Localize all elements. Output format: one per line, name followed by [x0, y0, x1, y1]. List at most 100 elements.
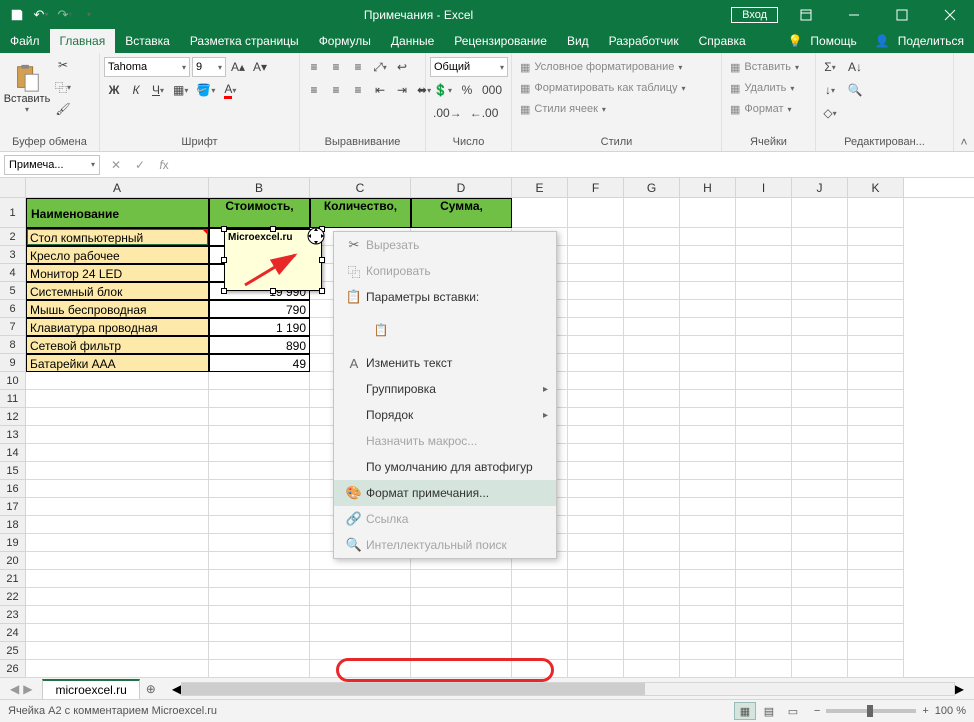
zoom-level[interactable]: 100 %: [935, 705, 966, 717]
percent-icon[interactable]: %: [457, 80, 477, 100]
align-bottom-icon[interactable]: ≡: [348, 57, 368, 77]
ctx-cut[interactable]: ✂Вырезать: [334, 232, 556, 258]
col-header[interactable]: K: [848, 178, 904, 197]
sort-filter-icon[interactable]: A↓: [842, 57, 868, 77]
fill-icon[interactable]: ↓▾: [820, 80, 840, 100]
ctx-edit-text[interactable]: AИзменить текст: [334, 350, 556, 376]
cell-styles-button[interactable]: ▦ Стили ячеек ▾: [516, 99, 610, 119]
enter-icon[interactable]: ✓: [128, 155, 152, 175]
name-box[interactable]: Примеча...▾: [4, 155, 100, 175]
tab-view[interactable]: Вид: [557, 29, 599, 53]
ctx-copy[interactable]: ⿻Копировать: [334, 258, 556, 284]
share-icon[interactable]: 👤: [875, 34, 890, 48]
col-header[interactable]: C: [310, 178, 411, 197]
ctx-link[interactable]: 🔗Ссылка: [334, 506, 556, 532]
format-painter-icon[interactable]: 🖌: [52, 99, 74, 119]
col-header[interactable]: J: [792, 178, 848, 197]
maximize-icon[interactable]: [882, 0, 922, 29]
page-break-view-icon[interactable]: ▭: [782, 702, 804, 720]
tell-me-label[interactable]: Помощь: [810, 34, 856, 48]
zoom-slider[interactable]: [826, 709, 916, 713]
add-sheet-icon[interactable]: ⊕: [140, 682, 162, 696]
decrease-indent-icon[interactable]: ⇤: [370, 80, 390, 100]
paste-button[interactable]: Вставить▾: [4, 55, 50, 121]
underline-button[interactable]: Ч▾: [148, 80, 168, 100]
align-left-icon[interactable]: ≡: [304, 80, 324, 100]
col-header[interactable]: I: [736, 178, 792, 197]
collapse-ribbon-icon[interactable]: ˄: [954, 53, 974, 152]
col-header[interactable]: D: [411, 178, 512, 197]
increase-decimal-icon[interactable]: .00→: [430, 103, 465, 123]
col-header[interactable]: B: [209, 178, 310, 197]
clear-icon[interactable]: ◇▾: [820, 103, 840, 123]
font-name-combo[interactable]: Tahoma▾: [104, 57, 190, 77]
ctx-default-shape[interactable]: По умолчанию для автофигур: [334, 454, 556, 480]
bold-button[interactable]: Ж: [104, 80, 124, 100]
align-middle-icon[interactable]: ≡: [326, 57, 346, 77]
ctx-assign-macro[interactable]: Назначить макрос...: [334, 428, 556, 454]
horizontal-scrollbar[interactable]: ◀▶: [172, 682, 964, 696]
normal-view-icon[interactable]: ▦: [734, 702, 756, 720]
formula-input[interactable]: [176, 155, 974, 175]
fill-color-icon[interactable]: 🪣▾: [193, 80, 218, 100]
increase-font-icon[interactable]: A▴: [228, 57, 248, 77]
tab-data[interactable]: Данные: [381, 29, 444, 53]
col-header[interactable]: E: [512, 178, 568, 197]
comma-icon[interactable]: 000: [479, 80, 505, 100]
col-header[interactable]: F: [568, 178, 624, 197]
insert-cells-button[interactable]: ▦ Вставить ▾: [726, 57, 803, 77]
zoom-out-icon[interactable]: −: [814, 705, 820, 717]
increase-indent-icon[interactable]: ⇥: [392, 80, 412, 100]
align-right-icon[interactable]: ≡: [348, 80, 368, 100]
ribbon-display-options-icon[interactable]: [786, 0, 826, 29]
delete-cells-button[interactable]: ▦ Удалить ▾: [726, 78, 798, 98]
page-layout-view-icon[interactable]: ▤: [758, 702, 780, 720]
tab-review[interactable]: Рецензирование: [444, 29, 557, 53]
align-center-icon[interactable]: ≡: [326, 80, 346, 100]
italic-button[interactable]: К: [126, 80, 146, 100]
fx-icon[interactable]: fx: [152, 155, 176, 175]
decrease-decimal-icon[interactable]: ←.00: [467, 103, 502, 123]
cancel-icon[interactable]: ✕: [104, 155, 128, 175]
tab-help[interactable]: Справка: [689, 29, 756, 53]
ctx-group[interactable]: Группировка: [334, 376, 556, 402]
copy-icon[interactable]: ⿻▾: [52, 77, 74, 97]
tell-me-icon[interactable]: 💡: [787, 34, 802, 48]
tab-formulas[interactable]: Формулы: [309, 29, 381, 53]
undo-icon[interactable]: ↶▾: [30, 4, 52, 26]
orientation-icon[interactable]: ⤢▾: [370, 57, 390, 77]
autosum-icon[interactable]: Σ▾: [820, 57, 840, 77]
select-all-button[interactable]: [0, 178, 26, 197]
col-header[interactable]: A: [26, 178, 209, 197]
font-color-icon[interactable]: A▾: [220, 80, 240, 100]
number-format-combo[interactable]: Общий▾: [430, 57, 508, 77]
save-icon[interactable]: [6, 4, 28, 26]
col-header[interactable]: H: [680, 178, 736, 197]
tab-page-layout[interactable]: Разметка страницы: [180, 29, 309, 53]
col-header[interactable]: G: [624, 178, 680, 197]
ctx-order[interactable]: Порядок: [334, 402, 556, 428]
sheet-nav-prev-icon[interactable]: ◀: [10, 682, 19, 696]
format-as-table-button[interactable]: ▦ Форматировать как таблицу ▾: [516, 78, 690, 98]
wrap-text-icon[interactable]: ↩: [392, 57, 412, 77]
ctx-smart-lookup[interactable]: 🔍Интеллектуальный поиск: [334, 532, 556, 558]
borders-icon[interactable]: ▦▾: [170, 80, 191, 100]
comment-box[interactable]: Microexcel.ru: [224, 229, 322, 291]
sheet-tab[interactable]: microexcel.ru: [42, 679, 139, 699]
qat-customize-icon[interactable]: ▾: [78, 4, 100, 26]
minimize-icon[interactable]: [834, 0, 874, 29]
decrease-font-icon[interactable]: A▾: [250, 57, 270, 77]
sheet-nav-next-icon[interactable]: ▶: [23, 682, 32, 696]
align-top-icon[interactable]: ≡: [304, 57, 324, 77]
currency-icon[interactable]: 💲▾: [430, 80, 455, 100]
format-cells-button[interactable]: ▦ Формат ▾: [726, 99, 796, 119]
font-size-combo[interactable]: 9▾: [192, 57, 226, 77]
tab-developer[interactable]: Разработчик: [599, 29, 689, 53]
tab-home[interactable]: Главная: [50, 29, 116, 53]
zoom-in-icon[interactable]: +: [922, 705, 928, 717]
tab-file[interactable]: Файл: [0, 29, 50, 53]
close-icon[interactable]: [930, 0, 970, 29]
conditional-formatting-button[interactable]: ▦ Условное форматирование ▾: [516, 57, 686, 77]
tab-insert[interactable]: Вставка: [115, 29, 180, 53]
find-select-icon[interactable]: 🔍: [842, 80, 868, 100]
